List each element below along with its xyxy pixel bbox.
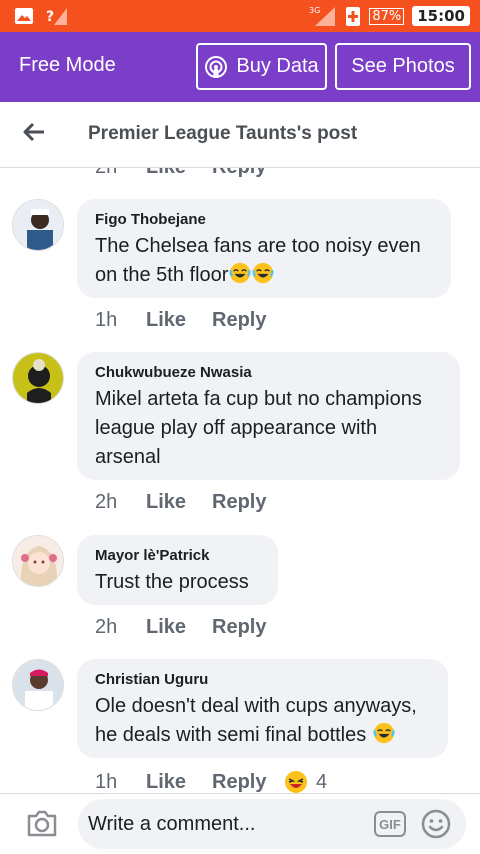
like-button[interactable]: Like (146, 771, 212, 794)
comment-line: arsenal (95, 446, 161, 468)
like-button[interactable]: Like (146, 309, 212, 332)
reply-button[interactable]: Reply (212, 491, 266, 514)
comment-line: league play off appearance with (95, 417, 378, 439)
status-bar: ? 3G 87% 15:00 (0, 0, 480, 32)
comment-bubble[interactable]: Figo Thobejane The Chelsea fans are too … (77, 199, 451, 298)
commenter-name[interactable]: Chukwubueze Nwasia (95, 364, 442, 381)
comment-composer: Write a comment... GIF (0, 793, 480, 854)
comment-time: 2h (95, 616, 118, 638)
comment-actions: 1h Like Reply (95, 309, 266, 332)
commenter-name[interactable]: Figo Thobejane (95, 211, 433, 228)
comment-text: Trust the process (95, 568, 260, 597)
camera-icon[interactable] (26, 808, 58, 838)
comment-text: The Chelsea fans are too noisy even on t… (95, 232, 433, 290)
avatar-figo (13, 200, 63, 250)
comment-actions: 2h Like Reply (95, 616, 266, 639)
avatar-christian (13, 660, 63, 710)
comment-bubble[interactable]: Mayor lè'Patrick Trust the process (77, 535, 278, 605)
comment-time: 1h (95, 770, 118, 793)
avatar[interactable] (12, 199, 64, 251)
laughing-emoji-icon (373, 722, 395, 744)
podcast-icon (205, 55, 228, 78)
clock: 15:00 (412, 6, 470, 26)
comment-line: he deals with semi final bottles (95, 721, 430, 750)
image-icon (15, 8, 33, 24)
free-mode-bar: Free Mode Buy Data See Photos (0, 32, 480, 102)
see-photos-label: See Photos (351, 55, 455, 77)
post-header: Premier League Taunts's post (0, 102, 480, 168)
comment-time: 2h (95, 168, 146, 179)
reply-button[interactable]: Reply (212, 616, 266, 639)
comment-text: Ole doesn't deal with cups anyways, he d… (95, 692, 430, 750)
comment-input-placeholder: Write a comment... (88, 813, 256, 835)
comment-actions-partial: 2h Like Reply (95, 168, 266, 179)
free-mode-title: Free Mode (19, 54, 116, 76)
comments-feed[interactable]: 2h Like Reply Figo Thobejane The Chelsea… (0, 168, 480, 793)
commenter-name[interactable]: Mayor lè'Patrick (95, 547, 260, 564)
like-button[interactable]: Like (146, 616, 212, 639)
comment-line: The Chelsea fans are too noisy even (95, 235, 421, 257)
comment-input[interactable]: Write a comment... GIF (78, 799, 466, 849)
back-arrow-icon[interactable] (22, 120, 46, 144)
comment-time: 1h (95, 309, 118, 331)
buy-data-label: Buy Data (236, 55, 319, 77)
laughing-emoji-icon (252, 262, 274, 284)
laughing-emoji-icon (229, 262, 251, 284)
comment-bubble[interactable]: Chukwubueze Nwasia Mikel arteta fa cup b… (77, 352, 460, 480)
comment-line: on the 5th floor (95, 261, 433, 290)
comment-actions: 2h Like Reply (95, 491, 266, 514)
see-photos-button[interactable]: See Photos (335, 43, 471, 90)
comment-line: Mikel arteta fa cup but no champions (95, 388, 422, 410)
svg-text:3G: 3G (309, 6, 320, 15)
reaction-count[interactable]: 4 (316, 771, 327, 794)
battery-plus-icon (346, 7, 361, 26)
buy-data-button[interactable]: Buy Data (196, 43, 327, 90)
avatar[interactable] (12, 535, 64, 587)
avatar[interactable] (12, 659, 64, 711)
comment-bubble[interactable]: Christian Uguru Ole doesn't deal with cu… (77, 659, 448, 758)
reply-button[interactable]: Reply (212, 309, 266, 332)
svg-text:?: ? (46, 9, 54, 25)
reply-button[interactable]: Reply (212, 771, 284, 794)
signal-question-icon: ? (46, 8, 67, 25)
avatar-mayor (13, 536, 63, 586)
smiley-icon[interactable] (421, 809, 451, 839)
comment-line: Trust the process (95, 571, 249, 593)
reply-button[interactable]: Reply (212, 168, 266, 179)
signal-icon: 3G (309, 6, 336, 26)
avatar[interactable] (12, 352, 64, 404)
like-button[interactable]: Like (146, 168, 212, 179)
page-title: Premier League Taunts's post (88, 123, 358, 144)
comment-line-text: he deals with semi final bottles (95, 724, 367, 746)
comment-line: Ole doesn't deal with cups anyways, (95, 695, 417, 717)
like-button[interactable]: Like (146, 491, 212, 514)
comment-time: 2h (95, 491, 118, 513)
commenter-name[interactable]: Christian Uguru (95, 671, 430, 688)
avatar-chukwubueze (13, 353, 63, 403)
comment-actions: 1h Like Reply 4 (95, 770, 327, 793)
gif-icon[interactable]: GIF (374, 811, 406, 837)
comment-line-text: on the 5th floor (95, 264, 229, 286)
comment-text: Mikel arteta fa cup but no champions lea… (95, 385, 442, 472)
battery-percent: 87% (369, 7, 405, 25)
reaction-haha-icon[interactable] (284, 770, 308, 793)
